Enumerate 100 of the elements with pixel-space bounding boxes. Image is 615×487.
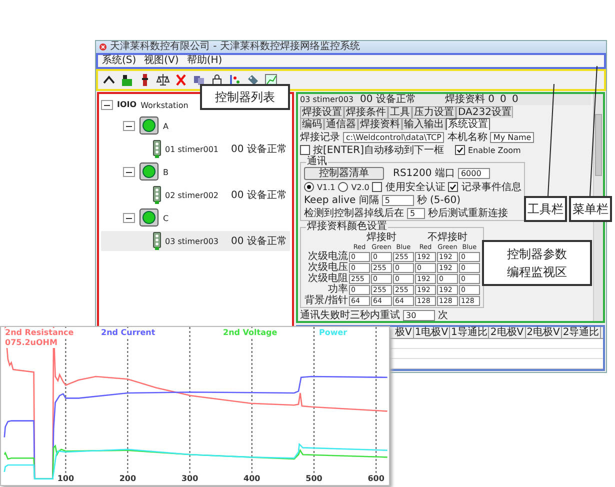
tree-root-code: IOIO <box>117 99 137 111</box>
checkbox-label: 记录事件信息 <box>461 182 522 192</box>
tab[interactable]: 编码 <box>300 118 324 130</box>
input-field[interactable]: My Name <box>490 132 534 142</box>
x-tick-label: 600 <box>366 474 386 484</box>
input-field[interactable]: 30 <box>403 310 435 320</box>
column-header: 2电极V <box>489 327 526 338</box>
row-label: 背景/指针 <box>304 296 348 306</box>
callout-label: 编程监视区 <box>507 264 567 281</box>
series-label: 2nd Resistance <box>5 328 74 338</box>
column-header: 1电极V <box>414 327 450 338</box>
tab[interactable]: 通信器 <box>324 118 358 130</box>
callout-label: 菜单栏 <box>572 201 608 218</box>
close-icon[interactable] <box>174 73 188 87</box>
row-label: 次级电压 <box>307 263 348 273</box>
header-cell-text: 焊接资料 0 <box>445 94 496 105</box>
group-title: 焊接资料颜色设置 <box>306 221 388 232</box>
tab[interactable]: 焊接条件 <box>344 106 388 118</box>
tab[interactable]: 压力设置 <box>412 106 456 118</box>
controller-icon <box>139 208 159 228</box>
unit-label: 秒 (5-60) <box>416 194 461 206</box>
app-icon <box>99 43 107 51</box>
timer-icon <box>153 186 161 204</box>
tab[interactable]: DA232设置 <box>456 106 514 118</box>
machine-icon[interactable] <box>120 73 134 87</box>
tab[interactable]: 输入输出 <box>402 118 446 130</box>
tab[interactable]: 系统设置 <box>446 118 490 130</box>
row-label: 次级电阻 <box>307 274 348 284</box>
timer-name: 01 stimer001 <box>165 144 220 154</box>
controller-name[interactable]: A <box>163 120 168 132</box>
column-header: 2电极V <box>526 327 562 338</box>
column-header: 2导通比 <box>562 327 602 338</box>
checkbox[interactable] <box>372 182 382 192</box>
collapse-toggle[interactable] <box>123 213 135 223</box>
radio-button[interactable] <box>338 182 348 192</box>
x-tick-label: 300 <box>180 474 200 484</box>
column-group-header: 焊接时 <box>366 232 398 243</box>
checkbox[interactable] <box>300 145 310 155</box>
series-label: Power <box>319 328 348 338</box>
checkbox-label: Enable Zoom <box>468 144 521 156</box>
tab[interactable]: 焊接资料 <box>358 118 402 130</box>
column-header: 1导通比 <box>450 327 490 338</box>
tree-root-label[interactable]: Workstation <box>140 100 188 110</box>
timer-status: 00 设备正常 <box>231 190 287 200</box>
field-label: 通讯失败时三秒内重试 <box>300 310 400 320</box>
controller-name[interactable]: C <box>163 212 169 224</box>
series-label: 2nd Voltage <box>223 328 278 338</box>
radio-label: V1.1 <box>317 182 336 192</box>
input-field[interactable]: c:\Weldcontrol\data\TCP <box>343 132 444 142</box>
tab[interactable]: 焊接设置 <box>300 106 344 118</box>
menu-item[interactable]: 视图(V) <box>144 55 179 67</box>
callout-label: 控制器参数 <box>507 246 567 263</box>
checkbox[interactable] <box>454 145 465 155</box>
field-label: 本机名称 <box>447 132 488 142</box>
resistance-reading: 075.2uOHM <box>5 338 58 348</box>
input-field[interactable]: 5 <box>382 194 414 206</box>
collapse-toggle[interactable] <box>123 167 135 177</box>
checkbox-label: 使用安全认证 <box>385 182 446 192</box>
chart-icon[interactable] <box>264 73 278 87</box>
timer-row[interactable]: 01 stimer001 00 设备正常 <box>101 139 290 159</box>
radio-button[interactable] <box>304 182 314 192</box>
collapse-toggle[interactable] <box>101 100 113 110</box>
menu-item[interactable]: 帮助(H) <box>186 55 222 67</box>
collapse-toggle[interactable] <box>123 121 135 131</box>
menu-item[interactable]: 系统(S) <box>102 55 136 67</box>
row-label: 次级电流 <box>307 252 348 262</box>
scale-icon[interactable] <box>156 73 170 87</box>
header-cell-text: 0 <box>500 94 508 105</box>
series-label: 2nd Current <box>101 328 156 338</box>
field-label: Keep alive 间隔 <box>304 194 379 206</box>
x-tick-label: 200 <box>118 474 138 484</box>
timer-icon <box>153 140 161 158</box>
radio-label: V2.0 <box>351 182 370 192</box>
header-cell-text: 03 stimer003 <box>300 94 355 105</box>
field-label: 检测到控制器掉线后在 <box>304 208 404 218</box>
timer-row[interactable]: 02 stimer002 00 设备正常 <box>101 185 290 205</box>
timer-row[interactable]: 03 stimer003 00 设备正常 <box>101 231 290 251</box>
x-tick-label: 400 <box>242 474 262 484</box>
tab[interactable]: 工具 <box>388 106 412 118</box>
x-tick-label: 100 <box>56 474 76 484</box>
header-cell-text: 0 <box>512 94 520 105</box>
timer-name: 03 stimer003 <box>165 236 220 246</box>
timer-name: 02 stimer002 <box>165 190 220 200</box>
checkbox-label: 按[ENTER]自动移动到下一框 <box>313 144 444 156</box>
header-cell-text: 00 设备正常 <box>360 94 417 105</box>
row-label: 功率 <box>328 285 348 295</box>
callout-label: 控制器列表 <box>215 89 275 106</box>
tag-icon[interactable] <box>246 73 260 87</box>
controller-list-button[interactable]: 控制器清单 <box>304 167 384 180</box>
timer-icon <box>153 232 161 250</box>
field-label: 焊接记录 <box>300 132 340 142</box>
controller-name[interactable]: B <box>163 166 168 178</box>
controller-icon <box>139 116 159 136</box>
controller-icon <box>139 162 159 182</box>
input-field[interactable]: 5 <box>407 208 425 218</box>
group-title: 通讯 <box>306 156 328 167</box>
input-field[interactable]: 6000 <box>458 168 490 179</box>
column-group-header: 不焊接时 <box>426 232 468 243</box>
checkbox[interactable] <box>448 182 458 192</box>
copy-icon[interactable] <box>192 73 206 87</box>
